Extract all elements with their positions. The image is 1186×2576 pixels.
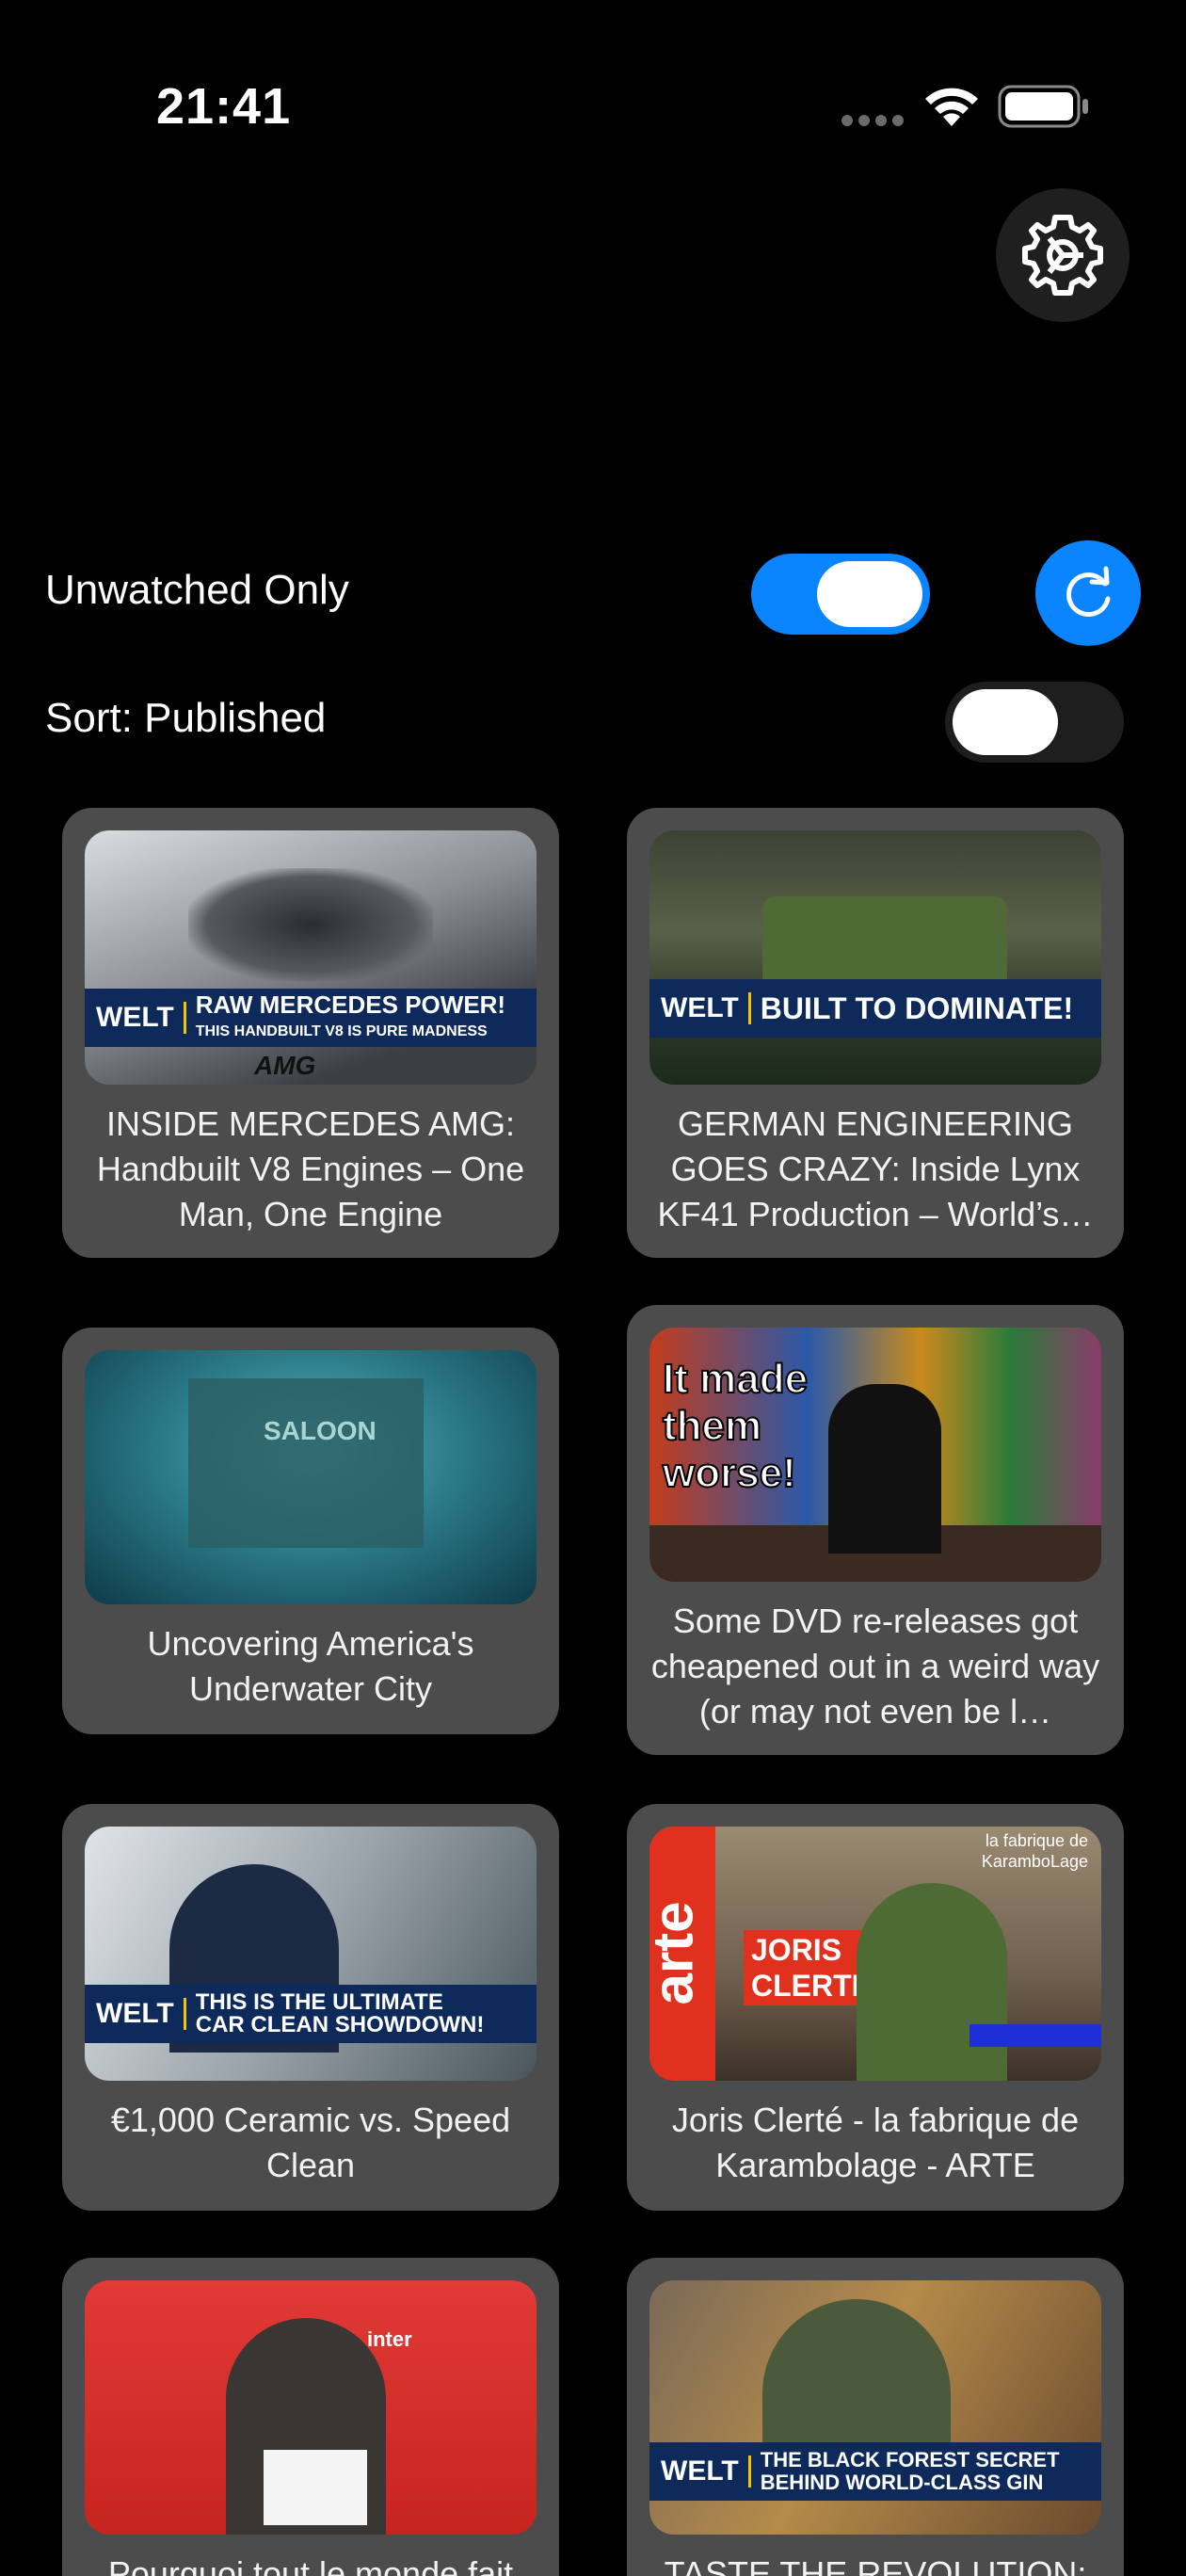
thumb-headline: RAW MERCEDES POWER! [195, 990, 506, 1019]
video-title: INSIDE MERCEDES AMG: Handbuilt V8 Engine… [96, 1104, 525, 1233]
video-card[interactable]: It made them worse! Some DVD re-releases… [627, 1305, 1124, 1755]
thumb-subline: la fabrique de KaramboLage [981, 1831, 1088, 1871]
video-title: €1,000 Ceramic vs. Speed Clean [110, 2101, 511, 2184]
video-card[interactable]: arte JORIS CLERTÉ la fabrique de Karambo… [627, 1804, 1124, 2211]
thumb-headline: BUILT TO DOMINATE! [760, 991, 1074, 1025]
thumb-headline: THE BLACK FOREST SECRET [760, 2448, 1060, 2471]
battery-icon [998, 85, 1088, 128]
video-thumbnail: WELT THIS IS THE ULTIMATE CAR CLEAN SHOW… [85, 1827, 537, 2081]
video-title: Joris Clerté - la fabrique de Karambolag… [671, 2101, 1080, 2184]
refresh-icon [1066, 566, 1111, 618]
video-thumbnail: WELT RAW MERCEDES POWER! THIS HANDBUILT … [85, 830, 537, 1085]
video-title: Uncovering America's Underwater City [147, 1624, 474, 1708]
video-thumbnail: arte JORIS CLERTÉ la fabrique de Karambo… [649, 1827, 1101, 2081]
video-title: GERMAN ENGINEERING GOES CRAZY: Inside Ly… [657, 1104, 1094, 1233]
thumb-headline: THIS IS THE ULTIMATE [195, 1989, 443, 2015]
video-title: Some DVD re-releases got cheapened out i… [650, 1602, 1100, 1731]
unwatched-only-toggle[interactable] [751, 554, 930, 635]
video-thumbnail: It made them worse! [649, 1328, 1101, 1582]
inter-logo: inter [367, 2327, 412, 2351]
video-card[interactable]: WELT THE BLACK FOREST SECRET BEHIND WORL… [627, 2258, 1124, 2576]
amg-logo: AMG [254, 1051, 316, 1080]
thumb-headline: It made them worse! [662, 1355, 809, 1497]
thumb-banner: WELT RAW MERCEDES POWER! THIS HANDBUILT … [85, 989, 537, 1047]
video-title: TASTE THE REVOLUTION: [664, 2554, 1087, 2576]
video-card[interactable]: WELT THIS IS THE ULTIMATE CAR CLEAN SHOW… [62, 1804, 559, 2211]
gear-icon [1022, 215, 1103, 296]
unwatched-only-label: Unwatched Only [45, 567, 349, 613]
video-card[interactable]: inter Pourquoi tout le monde fait [62, 2258, 559, 2576]
welt-logo: WELT [661, 2455, 751, 2487]
video-thumbnail: inter [85, 2280, 537, 2535]
video-thumbnail: WELT BUILT TO DOMINATE! [649, 830, 1101, 1085]
arte-logo: arte [649, 1901, 705, 2005]
saloon-sign: SALOON [264, 1416, 377, 1445]
video-card[interactable]: WELT BUILT TO DOMINATE! GERMAN ENGINEERI… [627, 808, 1124, 1258]
welt-logo: WELT [96, 1002, 186, 1034]
video-thumbnail: WELT THE BLACK FOREST SECRET BEHIND WORL… [649, 2280, 1101, 2535]
welt-logo: WELT [661, 992, 751, 1024]
thumb-banner: WELT THE BLACK FOREST SECRET BEHIND WORL… [649, 2442, 1101, 2501]
video-thumbnail: SALOON [85, 1350, 537, 1604]
video-title: Pourquoi tout le monde fait [107, 2554, 514, 2576]
video-card[interactable]: WELT RAW MERCEDES POWER! THIS HANDBUILT … [62, 808, 559, 1258]
refresh-button[interactable] [1035, 540, 1141, 646]
sort-label: Sort: Published [45, 695, 327, 741]
signal-icon [841, 115, 907, 126]
thumb-banner: WELT BUILT TO DOMINATE! [649, 979, 1101, 1038]
thumb-subline: CAR CLEAN SHOWDOWN! [195, 2012, 485, 2037]
video-feed-screen: 21:41 Unwatched Only Sort: Published WEL… [0, 0, 1186, 2576]
welt-logo: WELT [96, 1998, 186, 2030]
sort-toggle[interactable] [945, 682, 1124, 763]
thumb-subline: THIS HANDBUILT V8 IS PURE MADNESS [195, 1022, 488, 1039]
thumb-banner: WELT THIS IS THE ULTIMATE CAR CLEAN SHOW… [85, 1985, 537, 2043]
toggle-knob [953, 689, 1058, 755]
status-time: 21:41 [156, 78, 292, 135]
wifi-icon [925, 88, 978, 126]
video-card[interactable]: SALOON Uncovering America's Underwater C… [62, 1328, 559, 1734]
settings-button[interactable] [996, 188, 1130, 322]
thumb-subline: BEHIND WORLD-CLASS GIN [760, 2471, 1044, 2494]
toggle-knob [817, 561, 922, 627]
